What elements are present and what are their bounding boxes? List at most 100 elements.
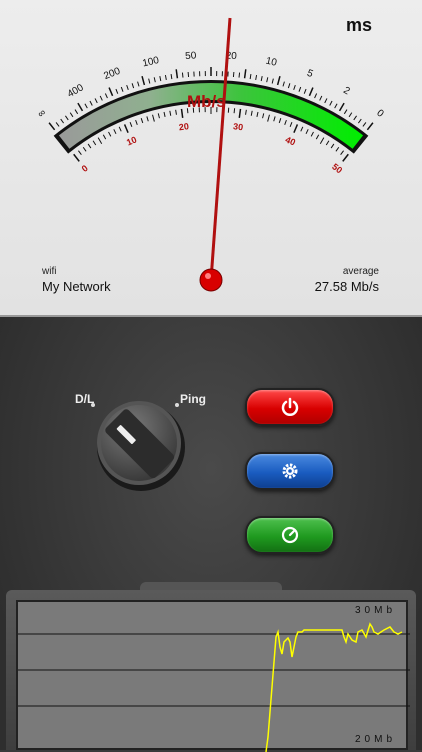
mbs-tick [130, 122, 132, 127]
mbs-tick [136, 120, 138, 125]
ms-tick [160, 76, 161, 81]
mbs-tick [279, 118, 281, 123]
ms-tick [340, 103, 345, 111]
ms-tick [278, 76, 280, 85]
ms-tick [138, 82, 139, 87]
speed-graph: 30Mb 20Mb [16, 600, 408, 750]
mbs-tick [320, 138, 324, 144]
ms-scale-label: ∞ [36, 107, 48, 120]
ms-tick [304, 89, 306, 94]
ping-icon [280, 525, 300, 545]
mbs-tick [326, 141, 329, 145]
mbs-tick [103, 135, 105, 139]
gear-icon [280, 461, 300, 481]
mbs-tick [268, 115, 270, 122]
ms-tick [142, 76, 144, 85]
network-name: My Network [42, 279, 111, 294]
ms-tick [85, 104, 87, 108]
ms-tick [95, 98, 97, 102]
ms-tick [354, 116, 357, 120]
graph-plot [18, 602, 410, 752]
test-button[interactable] [245, 516, 335, 554]
mbs-scale-label: 0 [80, 163, 90, 174]
mbs-tick [176, 110, 177, 115]
ms-tick [272, 79, 273, 84]
mbs-tick [257, 112, 258, 117]
mbs-tick [114, 129, 116, 134]
ms-tick [315, 94, 317, 99]
ms-scale-label: 2 [341, 85, 352, 98]
ms-tick [256, 75, 257, 80]
mbs-tick [78, 151, 81, 155]
mbs-tick [239, 109, 240, 118]
ms-tick [344, 110, 347, 114]
mbs-scale-label: 20 [178, 121, 189, 132]
mbs-tick [125, 124, 128, 132]
mbs-tick [341, 151, 344, 155]
mbs-tick [294, 124, 297, 132]
ms-tick [250, 74, 251, 79]
mbs-tick [74, 154, 80, 161]
average-value: 27.58 Mb/s [315, 279, 379, 294]
average-label: average [343, 266, 379, 277]
ms-tick [70, 113, 73, 117]
mbs-tick [316, 135, 318, 139]
ms-tick [267, 77, 268, 82]
mbs-tick [170, 111, 171, 116]
mbs-tick [119, 127, 121, 132]
ms-tick [149, 79, 150, 84]
mbs-tick [290, 122, 292, 127]
ms-tick [283, 82, 284, 87]
ms-tick [90, 101, 92, 105]
ms-tick [358, 119, 361, 123]
ms-tick [261, 76, 262, 81]
mbs-tick [83, 147, 86, 151]
ms-tick [56, 122, 59, 126]
mbs-tick [285, 120, 287, 125]
mbs-tick [311, 132, 313, 136]
settings-button[interactable] [245, 452, 335, 490]
needle-pivot-highlight [205, 273, 211, 279]
mbs-tick [336, 147, 339, 151]
ms-tick [61, 119, 64, 123]
power-button[interactable] [245, 388, 335, 426]
ms-tick [154, 77, 155, 82]
ms-tick [245, 69, 246, 78]
ms-tick [109, 88, 112, 96]
mbs-tick [234, 108, 235, 113]
mode-knob[interactable] [85, 395, 195, 495]
mbs-tick [164, 112, 165, 117]
mbs-scale-label: 40 [284, 134, 297, 147]
ms-tick [299, 87, 301, 92]
ms-unit-label: ms [346, 15, 372, 36]
mbs-tick [263, 113, 264, 118]
graph-bottom-label: 20Mb [355, 734, 396, 745]
ms-tick [171, 74, 172, 79]
ms-scale-label: 100 [141, 55, 160, 69]
mbs-tick [343, 154, 349, 161]
speed-meter: ∞40020010050201052001020304050 ms Mb/s w… [0, 0, 422, 317]
ms-tick [100, 96, 102, 101]
ms-tick [176, 69, 177, 78]
mbs-scale-label: 10 [125, 134, 138, 147]
mbs-tick [246, 110, 247, 115]
ms-tick [239, 73, 240, 78]
ms-tick [49, 123, 55, 130]
ms-tick [309, 88, 312, 96]
ms-tick [65, 116, 68, 120]
ms-tick [182, 73, 183, 78]
ms-tick [294, 85, 296, 90]
wifi-label: wifi [42, 266, 56, 277]
ms-tick [75, 110, 78, 114]
ms-scale-label: 0 [374, 108, 386, 120]
needle [211, 18, 230, 280]
mbs-tick [98, 138, 102, 144]
needle-pivot [200, 269, 222, 291]
mbs-tick [109, 132, 111, 136]
mbs-tick [306, 129, 308, 134]
ms-scale-label: 200 [102, 66, 122, 82]
mbs-tick [274, 116, 275, 121]
ms-tick [127, 85, 129, 90]
mbs-tick [158, 113, 159, 118]
power-icon [280, 397, 300, 417]
